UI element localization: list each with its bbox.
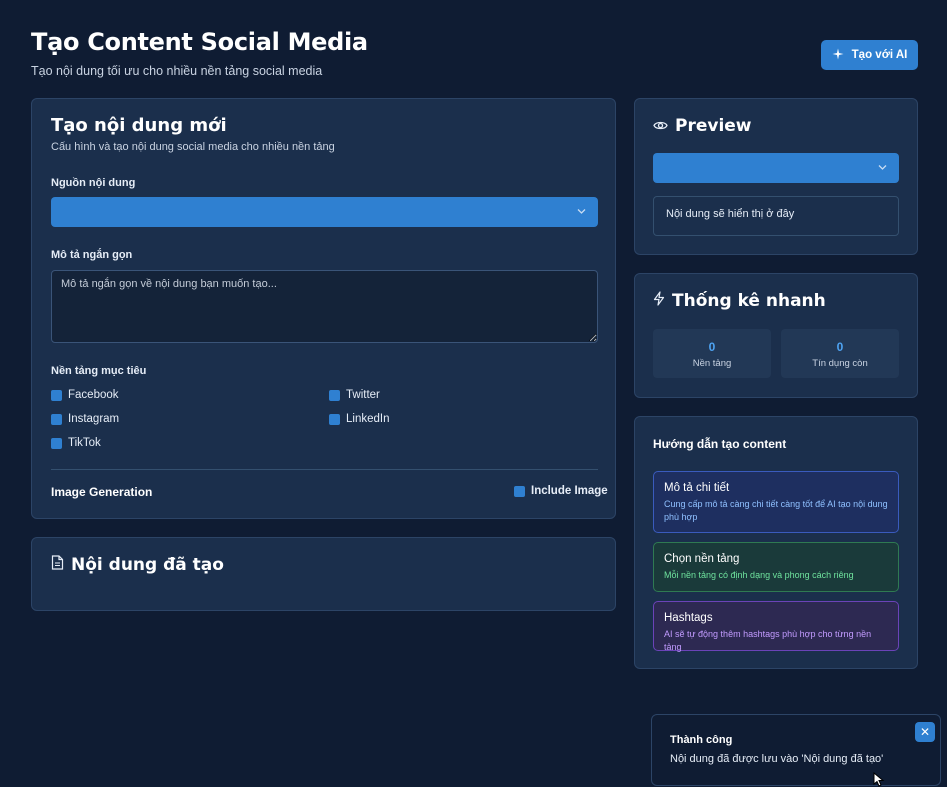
preview-title: Preview xyxy=(675,116,752,136)
stat-label: Tín dụng còn xyxy=(812,358,868,369)
toast-title: Thành công xyxy=(670,734,733,746)
short-description-input[interactable] xyxy=(51,270,598,343)
stat-credits: 0 Tín dụng còn xyxy=(781,329,899,378)
preview-card: Preview Nội dung sẽ hiển thị ở đây xyxy=(634,98,918,255)
platform-checkbox-twitter[interactable]: Twitter xyxy=(329,389,380,401)
include-image-checkbox[interactable]: Include Image xyxy=(514,485,608,497)
tip-title: Hashtags xyxy=(664,612,713,624)
source-select[interactable] xyxy=(51,197,598,227)
preview-platform-select[interactable] xyxy=(653,153,899,183)
sparkles-icon xyxy=(832,48,844,63)
short-desc-label: Mô tả ngắn gọn xyxy=(51,249,133,261)
platform-checkbox-facebook[interactable]: Facebook xyxy=(51,389,119,401)
checkbox[interactable] xyxy=(51,413,62,425)
create-content-card: Tạo nội dung mới Cấu hình và tạo nội dun… xyxy=(31,98,616,519)
platform-label: Twitter xyxy=(346,389,380,401)
tip-title: Mô tả chi tiết xyxy=(664,482,730,494)
lightning-icon xyxy=(653,291,665,311)
platform-label: Instagram xyxy=(68,413,120,425)
preview-title-row: Preview xyxy=(653,116,752,136)
checkbox[interactable] xyxy=(329,389,340,401)
ai-button-label: Tạo với AI xyxy=(851,49,908,61)
page-title: Tạo Content Social Media xyxy=(31,28,368,56)
tip-choose-platform: Chọn nền tảng Mỗi nền tảng có định dạng … xyxy=(653,542,899,592)
document-icon xyxy=(51,555,64,575)
preview-content: Nội dung sẽ hiển thị ở đây xyxy=(653,196,899,236)
image-generation-label: Image Generation xyxy=(51,485,153,499)
divider xyxy=(51,469,598,470)
platform-label: TikTok xyxy=(68,437,101,449)
platforms-label: Nền tảng mục tiêu xyxy=(51,365,147,377)
eye-icon xyxy=(653,116,668,136)
create-with-ai-button[interactable]: Tạo với AI xyxy=(821,40,918,70)
platform-checkbox-tiktok[interactable]: TikTok xyxy=(51,437,101,449)
mouse-cursor-icon xyxy=(873,771,885,787)
tip-title: Chọn nền tảng xyxy=(664,553,740,565)
checkbox[interactable] xyxy=(51,389,62,401)
platform-checkbox-instagram[interactable]: Instagram xyxy=(51,413,119,425)
stat-label: Nền tảng xyxy=(692,358,732,369)
chevron-down-icon xyxy=(878,163,887,174)
success-toast: Thành công Nội dung đã được lưu vào 'Nội… xyxy=(651,714,941,786)
checkbox[interactable] xyxy=(51,437,62,449)
platform-label: Facebook xyxy=(68,389,119,401)
guide-title: Hướng dẫn tạo content xyxy=(653,437,787,451)
platform-label: LinkedIn xyxy=(346,413,390,425)
quick-stats-card: Thống kê nhanh 0 Nền tảng 0 Tín dụng còn xyxy=(634,273,918,398)
checkbox[interactable] xyxy=(514,485,525,497)
generated-title: Nội dung đã tạo xyxy=(71,555,224,575)
stats-title: Thống kê nhanh xyxy=(672,291,826,311)
checkbox[interactable] xyxy=(329,413,340,425)
stat-value: 0 xyxy=(836,340,844,354)
page-subtitle: Tạo nội dung tối ưu cho nhiều nền tảng s… xyxy=(31,64,323,78)
stats-title-row: Thống kê nhanh xyxy=(653,291,826,311)
form-description: Cấu hình và tạo nội dung social media ch… xyxy=(51,141,335,153)
close-icon[interactable]: ✕ xyxy=(915,722,935,742)
tip-desc: Cung cấp mô tả càng chi tiết càng tốt để… xyxy=(664,499,888,522)
tip-hashtags: Hashtags AI sẽ tự động thêm hashtags phù… xyxy=(653,601,899,652)
include-image-label: Include Image xyxy=(531,485,608,497)
generated-title-row: Nội dung đã tạo xyxy=(51,555,224,575)
stat-platforms: 0 Nền tảng xyxy=(653,329,771,378)
tip-desc: Mỗi nền tảng có định dạng và phong cách … xyxy=(664,570,854,580)
content-guide-card: Hướng dẫn tạo content Mô tả chi tiết Cun… xyxy=(634,416,918,669)
form-title: Tạo nội dung mới xyxy=(51,115,227,136)
stat-value: 0 xyxy=(708,340,716,354)
tip-detailed-description: Mô tả chi tiết Cung cấp mô tả càng chi t… xyxy=(653,471,899,533)
chevron-down-icon xyxy=(577,207,586,218)
generated-content-card: Nội dung đã tạo xyxy=(31,537,616,611)
platform-checkbox-linkedin[interactable]: LinkedIn xyxy=(329,413,389,425)
tip-desc: AI sẽ tự động thêm hashtags phù hợp cho … xyxy=(664,629,872,652)
toast-message: Nội dung đã được lưu vào 'Nội dung đã tạ… xyxy=(670,753,884,765)
source-label: Nguồn nội dung xyxy=(51,177,136,189)
